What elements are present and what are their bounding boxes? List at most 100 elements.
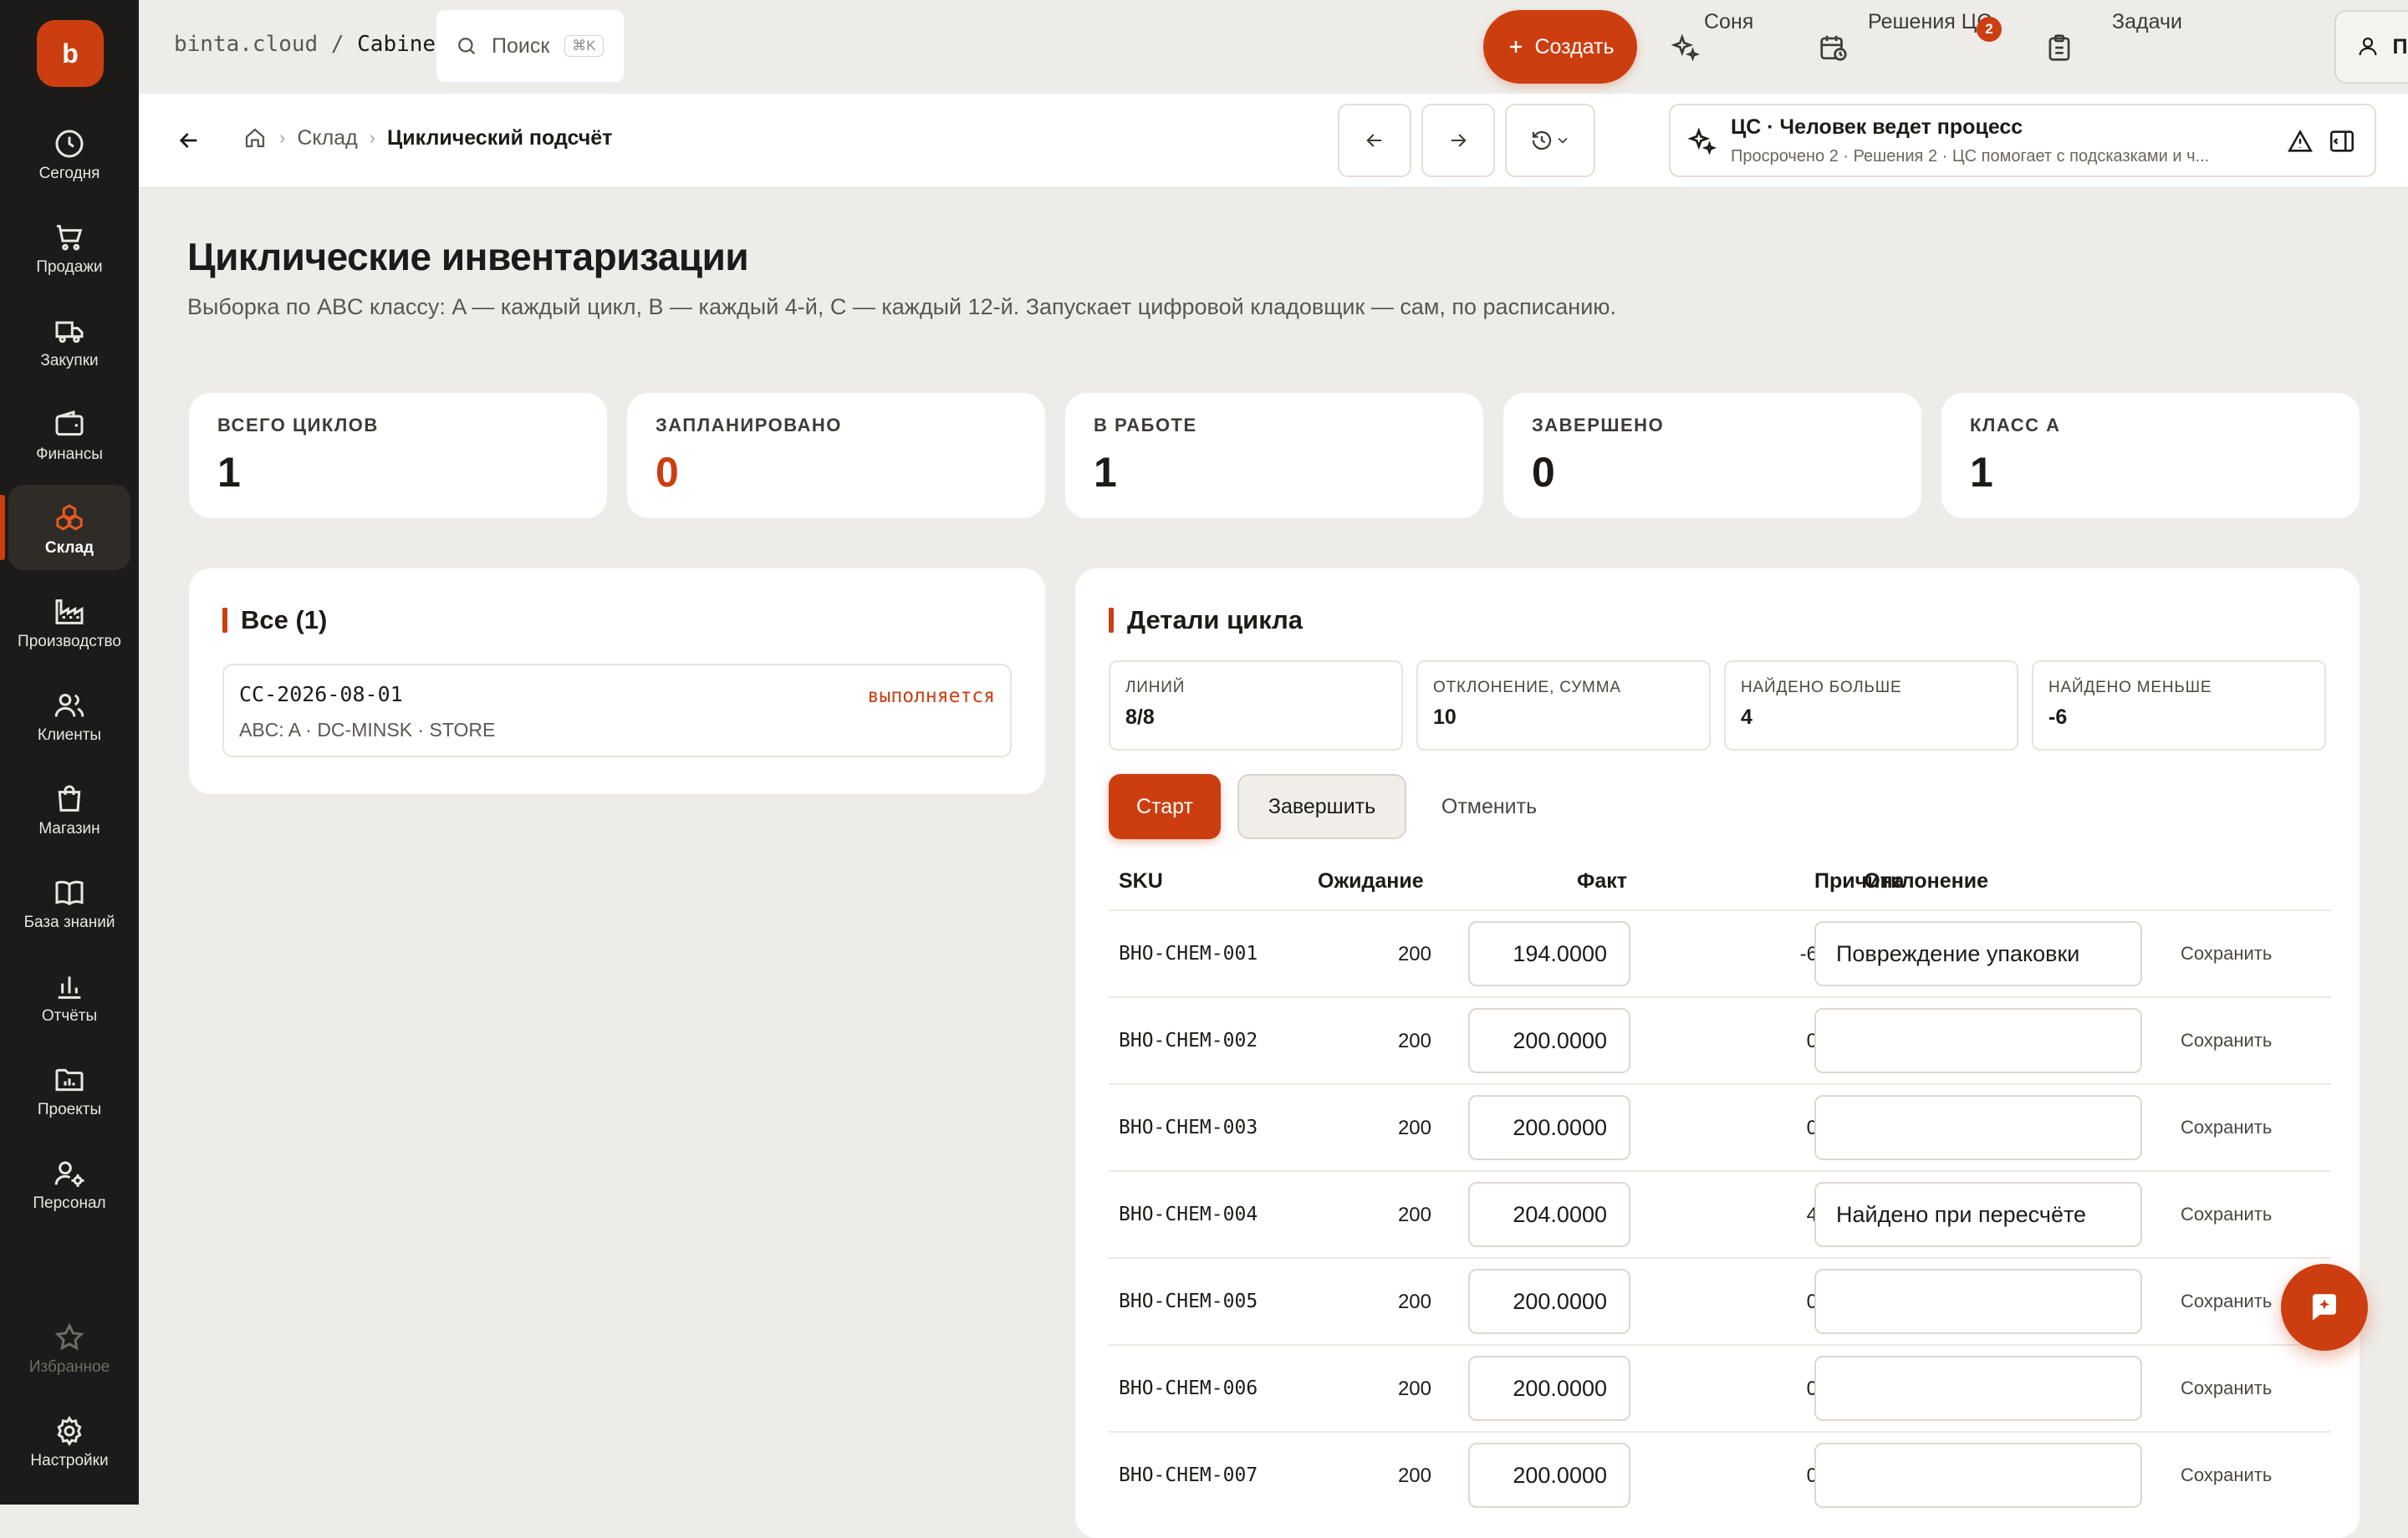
metric-label: НАЙДЕНО БОЛЬШЕ — [1741, 679, 1902, 696]
chevron-down-icon — [1554, 132, 1571, 149]
stat-label: В РАБОТЕ — [1094, 415, 1197, 435]
cancel-button[interactable]: Отменить — [1426, 774, 1552, 839]
cs-process-panel[interactable]: ЦС · Человек ведет процесс Просрочено 2 … — [1669, 104, 2376, 177]
sidebar-item-clients[interactable]: Клиенты — [8, 672, 130, 757]
stat-label: КЛАСС A — [1970, 415, 2061, 435]
assistant-button[interactable]: Соня — [1669, 10, 1794, 84]
save-row-button[interactable]: Сохранить — [2181, 1204, 2272, 1225]
sidebar: b Сегодня Продажи Закупки Финансы Склад … — [0, 0, 139, 1505]
reason-input[interactable] — [1814, 1095, 2142, 1160]
search-input[interactable]: Поиск ⌘K — [436, 10, 624, 82]
save-row-button[interactable]: Сохранить — [2181, 1030, 2272, 1052]
create-button[interactable]: Создать — [1483, 10, 1637, 84]
decisions-button[interactable]: Решения ЦС 2 — [1818, 10, 2027, 84]
truck-icon — [53, 314, 86, 348]
history-menu-button[interactable] — [1505, 104, 1595, 177]
history-back-button[interactable] — [1338, 104, 1411, 177]
save-row-button[interactable]: Сохранить — [2181, 943, 2272, 965]
sidebar-item-staff[interactable]: Персонал — [8, 1140, 130, 1225]
save-row-button[interactable]: Сохранить — [2181, 1378, 2272, 1399]
boxes-icon — [53, 502, 86, 535]
reason-input[interactable]: Повреждение упаковки — [1814, 921, 2142, 986]
reason-input[interactable] — [1814, 1008, 2142, 1073]
sidebar-item-today[interactable]: Сегодня — [8, 110, 130, 196]
breadcrumb-current: Циклический подсчёт — [387, 125, 613, 150]
brand-domain[interactable]: binta.cloud — [174, 32, 318, 57]
save-row-button[interactable]: Сохранить — [2181, 1117, 2272, 1138]
cycle-meta: ABC: A · DC-MINSK · STORE — [239, 719, 496, 741]
row-sku: BHO-CHEM-007 — [1119, 1464, 1258, 1486]
metric-value: -6 — [2048, 705, 2068, 729]
row-expected: 200 — [1397, 1117, 1431, 1139]
profile-button[interactable]: Профиль — [2334, 10, 2408, 84]
reason-input[interactable]: Найдено при пересчёте — [1814, 1182, 2142, 1247]
metric-label: ОТКЛОНЕНИЕ, СУММА — [1433, 679, 1621, 696]
sidebar-item-shop[interactable]: Магазин — [8, 766, 130, 851]
cycle-list-item[interactable]: CC-2026-08-01 выполняется ABC: A · DC-MI… — [222, 664, 1012, 757]
sidebar-item-label: Проекты — [37, 1101, 102, 1118]
sidebar-item-settings[interactable]: Настройки — [8, 1398, 130, 1483]
tasks-label: Задачи — [2112, 10, 2182, 33]
topbar: binta.cloud / Cabinet Поиск ⌘K Создать С… — [139, 0, 2408, 94]
sidebar-item-finance[interactable]: Финансы — [8, 391, 130, 476]
start-button[interactable]: Старт — [1109, 774, 1221, 839]
stat-value: 0 — [656, 449, 679, 496]
profile-label: Профиль — [2392, 34, 2408, 59]
metric-label: НАЙДЕНО МЕНЬШЕ — [2048, 679, 2212, 696]
calendar-clock-icon — [1818, 32, 1849, 64]
finish-button[interactable]: Завершить — [1237, 774, 1406, 839]
column-header-deviation: Отклонение — [1864, 869, 1988, 893]
fact-input[interactable]: 200.0000 — [1468, 1095, 1630, 1160]
home-icon[interactable] — [242, 125, 268, 150]
save-row-button[interactable]: Сохранить — [2181, 1291, 2272, 1312]
stat-card-in-progress: В РАБОТЕ 1 — [1065, 393, 1483, 518]
history-forward-button[interactable] — [1421, 104, 1495, 177]
sparkles-icon — [1686, 125, 1717, 157]
sidebar-item-reports[interactable]: Отчёты — [8, 953, 130, 1038]
fact-input[interactable]: 194.0000 — [1468, 921, 1630, 986]
reason-input[interactable] — [1814, 1443, 2142, 1508]
row-expected: 200 — [1397, 1291, 1431, 1313]
bar-chart-icon — [53, 970, 86, 1003]
warning-icon[interactable] — [2286, 127, 2314, 155]
chat-sparkle-icon — [2307, 1290, 2342, 1325]
sidebar-item-projects[interactable]: Проекты — [8, 1047, 130, 1132]
tasks-button[interactable]: Задачи — [2043, 10, 2194, 84]
fact-input[interactable]: 204.0000 — [1468, 1182, 1630, 1247]
sidebar-item-label: Персонал — [33, 1194, 106, 1212]
sidebar-item-warehouse[interactable]: Склад — [0, 485, 130, 570]
reason-input[interactable] — [1814, 1356, 2142, 1421]
fact-input[interactable]: 200.0000 — [1468, 1269, 1630, 1334]
breadcrumb-warehouse[interactable]: Склад — [297, 126, 357, 150]
cycles-list-card: Все (1) CC-2026-08-01 выполняется ABC: A… — [189, 568, 1045, 794]
sidebar-item-label: Магазин — [38, 820, 100, 838]
panel-toggle-icon[interactable] — [2328, 127, 2356, 155]
metric-found-more: НАЙДЕНО БОЛЬШЕ 4 — [1724, 660, 2018, 751]
fact-input[interactable]: 200.0000 — [1468, 1008, 1630, 1073]
stat-label: ВСЕГО ЦИКЛОВ — [217, 415, 379, 435]
sidebar-item-purchases[interactable]: Закупки — [8, 298, 130, 383]
column-header-fact: Факт — [1577, 869, 1627, 893]
metric-value: 10 — [1433, 705, 1457, 729]
sidebar-item-favorites[interactable]: Избранное — [8, 1304, 130, 1389]
brand-section[interactable]: Cabinet — [357, 32, 449, 57]
decisions-label: Решения ЦС — [1868, 10, 1992, 33]
back-arrow-icon[interactable] — [176, 127, 202, 154]
star-icon — [53, 1321, 86, 1354]
cs-panel-title: ЦС · Человек ведет процесс — [1731, 115, 2023, 139]
stat-card-class-a: КЛАСС A 1 — [1941, 393, 2360, 518]
table-row: BHO-CHEM-002 200 200.0000 0 Сохранить — [1109, 996, 2331, 1085]
sidebar-item-sales[interactable]: Продажи — [8, 204, 130, 289]
chat-fab-button[interactable] — [2281, 1264, 2368, 1351]
stat-card-total: ВСЕГО ЦИКЛОВ 1 — [189, 393, 607, 518]
sidebar-item-production[interactable]: Производство — [8, 578, 130, 664]
fact-input[interactable]: 200.0000 — [1468, 1443, 1630, 1508]
sidebar-item-knowledge[interactable]: База знаний — [8, 859, 130, 945]
breadcrumb: › Склад › Циклический подсчёт — [242, 125, 612, 150]
cycle-status: выполняется — [867, 685, 995, 707]
save-row-button[interactable]: Сохранить — [2181, 1464, 2272, 1486]
fact-input[interactable]: 200.0000 — [1468, 1356, 1630, 1421]
breadcrumb-separator: › — [369, 127, 376, 148]
reason-input[interactable] — [1814, 1269, 2142, 1334]
app-logo[interactable]: b — [37, 20, 104, 87]
